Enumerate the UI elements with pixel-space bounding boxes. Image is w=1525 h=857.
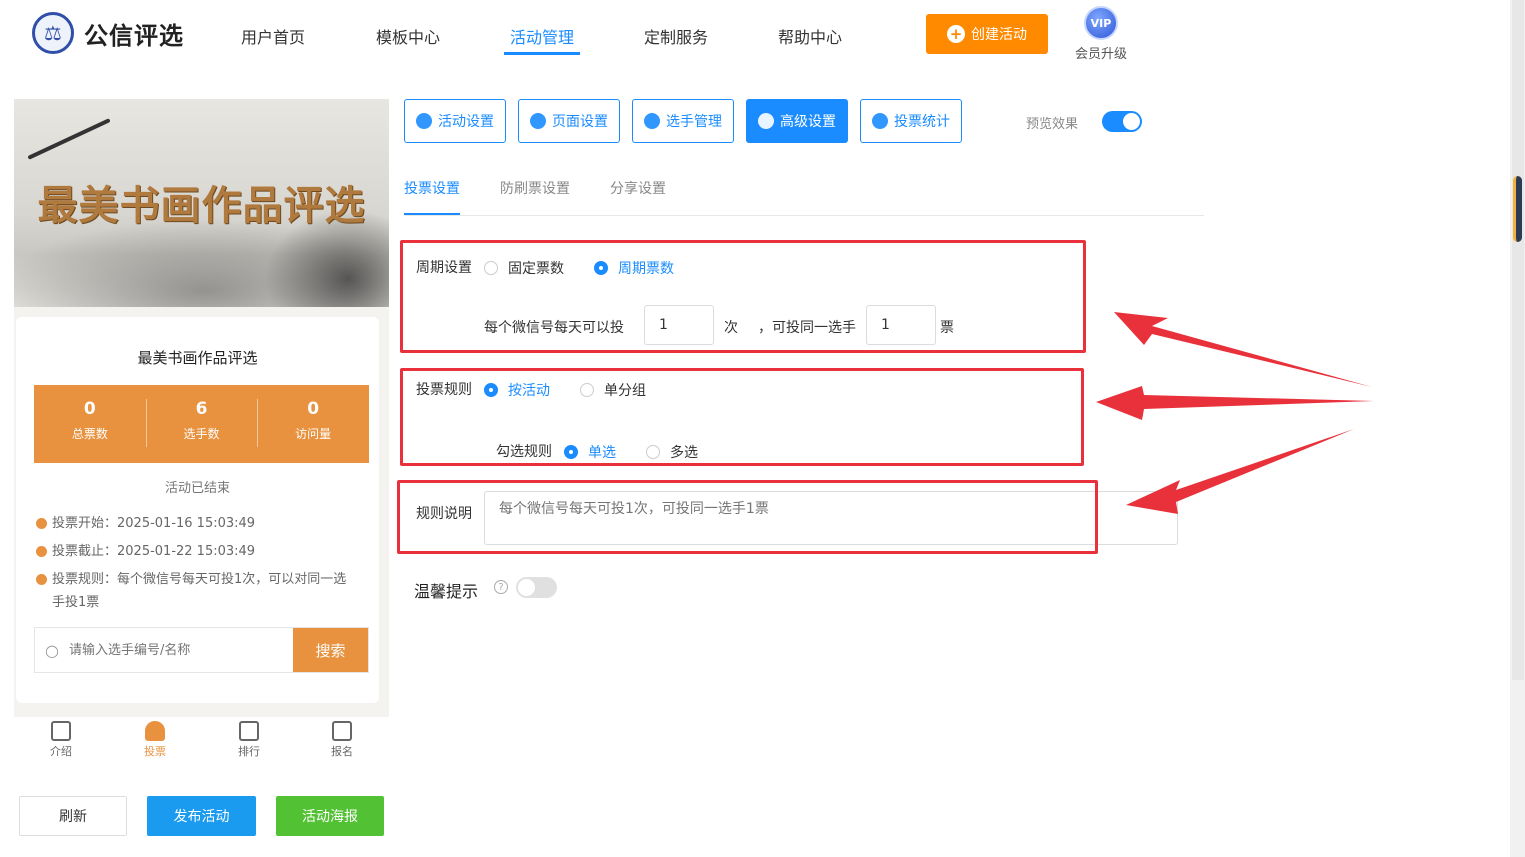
arrow-to-rule xyxy=(1096,386,1374,420)
page-settings-button[interactable]: 页面设置 xyxy=(518,99,620,143)
info-vote-rule: 投票规则：每个微信号每天可投1次，可以对同一选手投1票 xyxy=(36,568,352,614)
logo[interactable]: ⚖ 公信评选 xyxy=(32,12,184,54)
info-vote-end: 投票截止：2025-01-22 15:03:49 xyxy=(36,540,352,563)
badge-icon xyxy=(332,721,352,741)
nav-custom-service[interactable]: 定制服务 xyxy=(644,24,708,48)
activity-poster-button[interactable]: 活动海报 xyxy=(276,796,384,836)
votes-unit: 票 xyxy=(940,320,954,336)
search-icon: ○ xyxy=(45,640,59,660)
activity-status: 活动已结束 xyxy=(164,481,230,496)
settings-subtabs: 投票设置 防刷票设置 分享设置 xyxy=(404,176,1204,216)
radio-single-group[interactable]: 单分组 xyxy=(580,380,646,400)
vip-badge-icon: VIP xyxy=(1084,6,1118,40)
mobile-preview: 最美书画作品评选 最美书画作品评选 0 总票数 6 选手数 0 访问量 活动已结… xyxy=(14,99,389,717)
person-icon xyxy=(145,721,165,741)
vip-label: 会员升级 xyxy=(1074,47,1127,62)
stat-visits: 0 访问量 xyxy=(257,385,369,463)
gear-icon xyxy=(530,113,546,129)
activity-title: 最美书画作品评选 xyxy=(137,349,258,367)
subtab-active-underline xyxy=(404,213,460,215)
scrollbar-thumb[interactable] xyxy=(1513,176,1522,242)
votes-per-player-input[interactable] xyxy=(866,305,936,345)
vote-rule-label: 投票规则 xyxy=(416,382,472,398)
preview-effect-toggle[interactable] xyxy=(1102,111,1142,132)
check-rule-label: 勾选规则 xyxy=(496,444,552,460)
warm-tip-toggle[interactable] xyxy=(516,577,557,598)
bar-chart-icon xyxy=(872,113,888,129)
refresh-button[interactable]: 刷新 xyxy=(19,796,127,836)
radio-by-activity[interactable]: 按活动 xyxy=(484,380,550,400)
preview-bottom-tabs: 介绍 投票 排行 报名 xyxy=(14,718,389,768)
activity-settings-button[interactable]: 活动设置 xyxy=(404,99,506,143)
nav-user-home[interactable]: 用户首页 xyxy=(241,24,305,48)
times-unit: 次 xyxy=(724,320,738,336)
stats-bar: 0 总票数 6 选手数 0 访问量 xyxy=(34,385,369,463)
scrollbar-track xyxy=(1512,0,1524,680)
annotation-arrows xyxy=(1096,312,1374,514)
star-icon xyxy=(416,113,432,129)
publish-activity-button[interactable]: 发布活动 xyxy=(147,796,256,836)
nav-templates[interactable]: 模板中心 xyxy=(376,24,440,48)
stat-total-votes: 0 总票数 xyxy=(71,399,108,441)
radio-fixed-votes[interactable]: 固定票数 xyxy=(484,258,564,278)
search-button[interactable]: 搜索 xyxy=(293,628,368,672)
tab-ranking[interactable]: 排行 xyxy=(224,718,274,759)
tab-anti-fraud[interactable]: 防刷票设置 xyxy=(500,178,570,198)
banner-title: 最美书画作品评选 xyxy=(37,182,366,229)
player-search-input[interactable] xyxy=(69,628,293,672)
tab-vote[interactable]: 投票 xyxy=(130,718,180,759)
same-player-text: ，可投同一选手 xyxy=(758,320,856,336)
plus-icon: + xyxy=(947,25,965,43)
warm-tip-label: 温馨提示 xyxy=(414,582,479,601)
times-per-day-input[interactable] xyxy=(644,305,714,345)
activity-card: 最美书画作品评选 0 总票数 6 选手数 0 访问量 活动已结束 投票开始：20… xyxy=(16,317,379,703)
stat-players: 6 选手数 xyxy=(145,385,258,463)
scales-logo-icon: ⚖ xyxy=(32,12,74,54)
sliders-icon xyxy=(758,113,774,129)
tab-intro[interactable]: 介绍 xyxy=(36,718,86,759)
nav-help-center[interactable]: 帮助中心 xyxy=(778,24,842,48)
clock-icon xyxy=(36,518,47,529)
clock-icon xyxy=(36,574,47,585)
tab-share-settings[interactable]: 分享设置 xyxy=(610,178,666,198)
info-vote-start: 投票开始：2025-01-16 15:03:49 xyxy=(36,512,352,535)
vip-upgrade[interactable]: VIP 会员升级 xyxy=(1070,6,1132,62)
radio-multi-choice[interactable]: 多选 xyxy=(646,442,698,462)
create-activity-button[interactable]: + 创建活动 xyxy=(926,14,1048,54)
clock-icon xyxy=(36,546,47,557)
create-activity-label: 创建活动 xyxy=(971,27,1027,43)
advanced-settings-button[interactable]: 高级设置 xyxy=(746,99,848,143)
preview-effect-label: 预览效果 xyxy=(1026,117,1079,132)
player-management-button[interactable]: 选手管理 xyxy=(632,99,734,143)
users-icon xyxy=(644,113,660,129)
tab-signup[interactable]: 报名 xyxy=(317,718,367,759)
radio-period-votes[interactable]: 周期票数 xyxy=(594,258,674,278)
help-icon[interactable]: ? xyxy=(494,580,508,594)
period-label: 周期设置 xyxy=(416,260,472,276)
per-day-text: 每个微信号每天可以投 xyxy=(484,320,624,336)
nav-activity-management[interactable]: 活动管理 xyxy=(510,24,574,48)
brand-name: 公信评选 xyxy=(84,21,184,50)
arrow-to-period xyxy=(1114,312,1372,387)
vote-stats-button[interactable]: 投票统计 xyxy=(860,99,962,143)
nav-active-underline xyxy=(504,52,580,55)
doc-icon xyxy=(51,721,71,741)
annotation-box-description xyxy=(397,480,1098,554)
bar-chart-icon xyxy=(239,721,259,741)
top-nav: ⚖ 公信评选 用户首页 模板中心 活动管理 定制服务 帮助中心 + 创建活动 V… xyxy=(0,0,1510,70)
banner-image: 最美书画作品评选 xyxy=(14,99,389,307)
tab-vote-settings[interactable]: 投票设置 xyxy=(404,178,460,198)
player-search: ○ 搜索 xyxy=(34,627,369,673)
arrow-to-description xyxy=(1126,429,1354,514)
radio-single-choice[interactable]: 单选 xyxy=(564,442,616,462)
